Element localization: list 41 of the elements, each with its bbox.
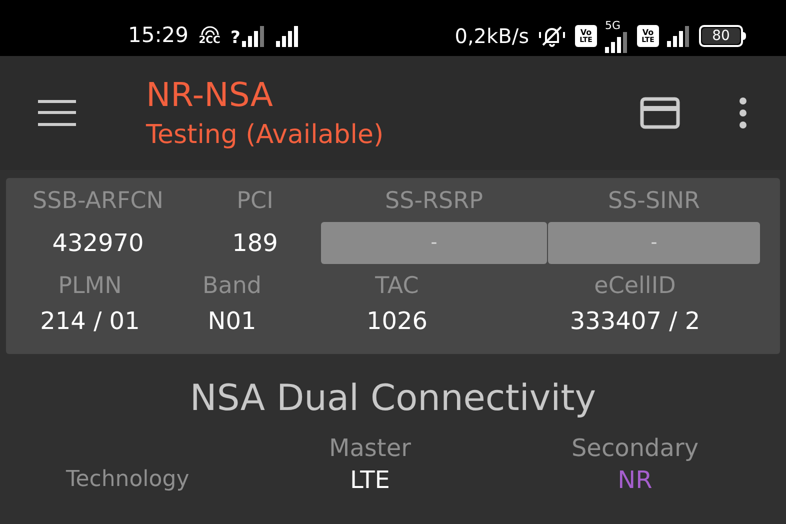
muted-bell-icon [537, 24, 567, 48]
hotspot-icon [198, 26, 221, 36]
value-box: - [321, 222, 547, 264]
more-options-icon[interactable] [738, 97, 748, 129]
value-box: - [548, 222, 760, 264]
menu-icon[interactable] [38, 99, 76, 127]
section-title: NSA Dual Connectivity [190, 377, 596, 421]
master-value: LTE [350, 466, 390, 495]
secondary-value: NR [618, 466, 652, 495]
battery-level: 80 [702, 28, 740, 44]
clock: 15:29 [128, 22, 189, 50]
signal-icon [276, 25, 300, 47]
field-value: 333407 / 2 [570, 306, 700, 337]
volte-top-text: Vo [642, 28, 654, 36]
field-label: eCellID [594, 272, 676, 300]
field-value: 432970 [52, 228, 144, 258]
field-label: Band [202, 272, 262, 300]
field-label: TAC [375, 272, 419, 300]
field-value: N01 [208, 306, 256, 337]
field-value: 214 / 01 [40, 306, 140, 337]
field-value: 1026 [366, 306, 428, 337]
field-label: SS-RSRP [385, 187, 483, 216]
signal-icon [667, 25, 691, 47]
signal-icon [605, 30, 629, 52]
signal-icon [242, 25, 266, 47]
field-label: PLMN [58, 272, 122, 300]
volte-top-text: Vo [580, 28, 592, 36]
row-label: Technology [66, 467, 190, 492]
card-icon[interactable] [640, 97, 680, 129]
unknown-mark: ? [230, 30, 240, 47]
field-label: PCI [236, 187, 274, 216]
app-subtitle: Testing (Available) [146, 119, 384, 152]
field-label: SS-SINR [608, 187, 700, 216]
field-label: SSB-ARFCN [32, 187, 164, 216]
app-title: NR-NSA [146, 74, 274, 116]
field-value: 189 [232, 228, 278, 258]
column-header: Master [329, 433, 411, 464]
hotspot-label: 2CC [198, 36, 220, 46]
column-header: Secondary [571, 433, 699, 464]
data-rate: 0,2kB/s [454, 23, 529, 50]
network-type: 5G [605, 20, 621, 30]
